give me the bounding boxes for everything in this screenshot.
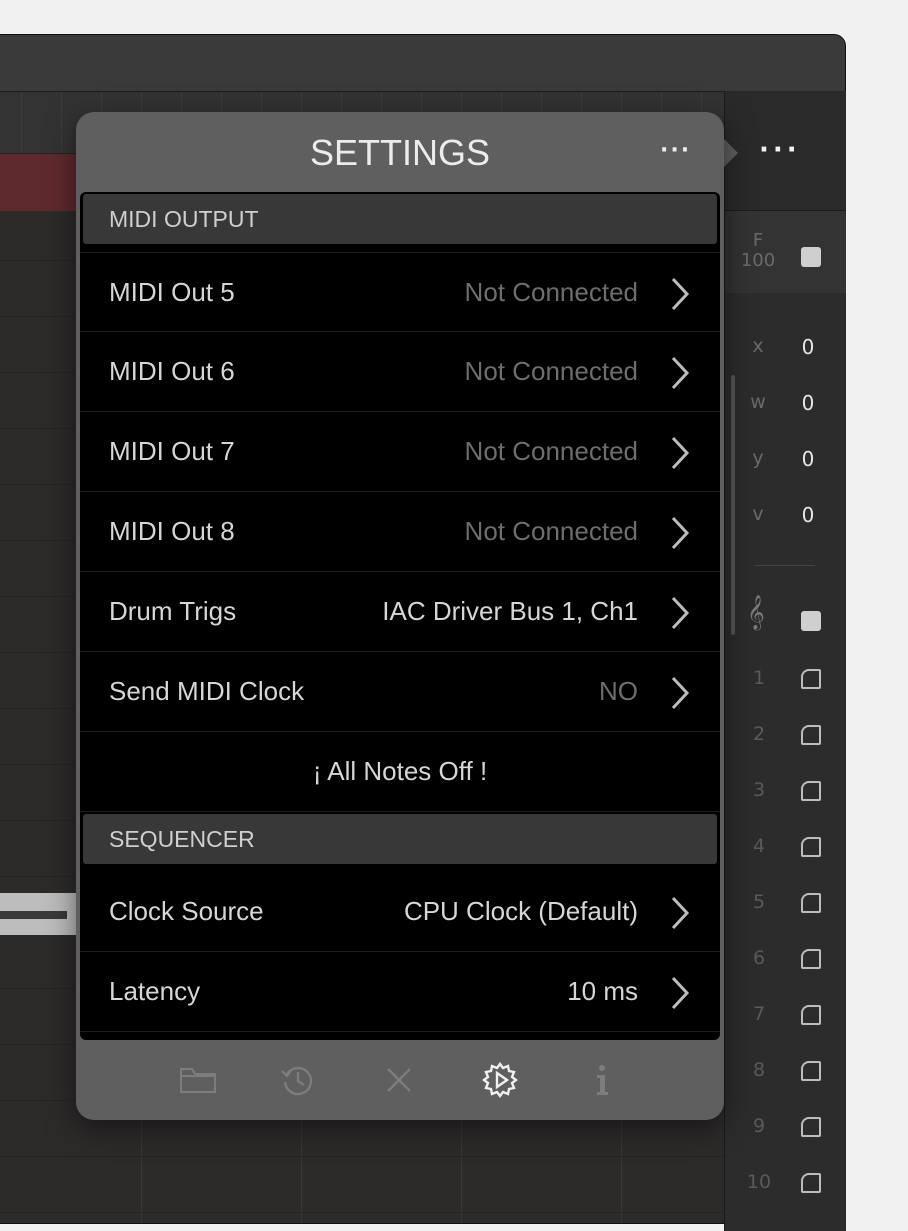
chevron-right-icon (671, 356, 690, 390)
settings-list[interactable]: MIDI OUTPUT MIDI Out 5 Not Connected MIDI … (80, 192, 720, 1040)
tempo-value: 100 (740, 250, 776, 271)
settings-row[interactable]: Drum Trigs IAC Driver Bus 1, Ch1 (80, 572, 720, 652)
right-panel-menu: ··· (725, 91, 846, 211)
param-label-x: x (752, 335, 764, 357)
param-label-y: y (752, 447, 764, 469)
popover-toolbar (76, 1044, 724, 1114)
settings-row-value: IAC Driver Bus 1, Ch1 (382, 596, 638, 626)
settings-row-label: Drum Trigs (109, 596, 237, 626)
more-menu-icon[interactable]: ··· (759, 135, 801, 165)
pattern-clip[interactable] (0, 893, 79, 935)
track-toggle-icon[interactable] (801, 1061, 821, 1081)
settings-row-value: Not Connected (464, 516, 638, 546)
settings-row[interactable]: MIDI Out 7 Not Connected (80, 412, 720, 492)
settings-row-label: Send MIDI Clock (109, 676, 305, 706)
popover-title: SETTINGS (309, 132, 491, 173)
track-number: 9 (752, 1115, 766, 1137)
settings-row-value: NO (599, 676, 638, 706)
track-toggle-icon[interactable] (801, 1117, 821, 1137)
track-number: 10 (746, 1171, 772, 1193)
chevron-right-icon (671, 896, 690, 930)
close-icon[interactable] (379, 1060, 419, 1100)
track-number: 2 (752, 723, 766, 745)
track-toggle-icon[interactable] (801, 893, 821, 913)
panel-scrollbar[interactable] (731, 375, 735, 635)
window-titlebar (0, 35, 845, 92)
param-value-x[interactable]: 0 (793, 335, 823, 359)
settings-row-value: 10 ms (567, 976, 638, 1006)
clef-toggle-icon[interactable] (801, 611, 821, 631)
tempo-readout[interactable]: F 100 (735, 231, 781, 271)
settings-row-label: MIDI Out 5 (109, 277, 235, 307)
settings-row[interactable]: MIDI Out 5 Not Connected (80, 252, 720, 332)
right-panel: ··· F 100 x 0 w 0 y 0 v 0 𝄞 1 2 3 4 5 6 7 8 9 10 (724, 91, 846, 1231)
folder-icon[interactable] (178, 1060, 218, 1100)
treble-clef-icon[interactable]: 𝄞 (747, 595, 765, 630)
param-value-v[interactable]: 0 (793, 503, 823, 527)
settings-row-value: Not Connected (464, 436, 638, 466)
track-toggle-icon[interactable] (801, 1005, 821, 1025)
param-value-y[interactable]: 0 (793, 447, 823, 471)
chevron-right-icon (671, 436, 690, 470)
settings-row-label: MIDI Out 7 (109, 436, 235, 466)
panel-divider (755, 565, 815, 566)
track-number: 6 (752, 947, 766, 969)
track-toggle-icon[interactable] (801, 669, 821, 689)
chevron-right-icon (671, 676, 690, 710)
section-title: MIDI OUTPUT (109, 206, 259, 232)
settings-row-label: Clock Source (109, 896, 264, 926)
param-label-w: w (750, 391, 766, 413)
tempo-label: F (752, 230, 764, 251)
settings-row[interactable]: Latency 10 ms (80, 952, 720, 1032)
popover-more-icon[interactable]: ··· (660, 138, 691, 163)
track-number: 7 (752, 1003, 766, 1025)
chevron-right-icon (671, 976, 690, 1010)
settings-row[interactable]: Clock Source CPU Clock (Default) (80, 872, 720, 952)
param-value-w[interactable]: 0 (793, 391, 823, 415)
track-number: 5 (752, 891, 766, 913)
track-toggle-icon[interactable] (801, 837, 821, 857)
all-notes-off-label: ¡ All Notes Off ! (312, 756, 488, 786)
settings-row[interactable]: MIDI Out 8 Not Connected (80, 492, 720, 572)
settings-row-label: Latency (109, 976, 201, 1006)
settings-row[interactable]: Send MIDI Clock NO (80, 652, 720, 732)
settings-row-label: MIDI Out 6 (109, 356, 235, 386)
chevron-right-icon (671, 277, 690, 311)
settings-row-label: MIDI Out 8 (109, 516, 235, 546)
settings-row-value: Not Connected (464, 277, 638, 307)
track-number: 3 (752, 779, 766, 801)
stop-icon[interactable] (801, 247, 821, 267)
settings-popover: SETTINGS ··· MIDI OUTPUT MIDI Out 5 Not C… (76, 112, 724, 1120)
section-title: SEQUENCER (109, 826, 255, 852)
track-toggle-icon[interactable] (801, 781, 821, 801)
track-number: 4 (752, 835, 766, 857)
track-toggle-icon[interactable] (801, 1173, 821, 1193)
info-icon[interactable] (582, 1060, 622, 1100)
popover-arrow (722, 137, 738, 169)
settings-row-value: CPU Clock (Default) (403, 896, 638, 926)
chevron-right-icon (671, 596, 690, 630)
settings-row-value: Not Connected (464, 356, 638, 386)
section-header-sequencer: SEQUENCER (83, 814, 717, 864)
param-label-v: v (752, 503, 764, 525)
track-number: 8 (752, 1059, 766, 1081)
track-toggle-icon[interactable] (801, 949, 821, 969)
track-number: 1 (752, 667, 766, 689)
settings-icon[interactable] (480, 1060, 520, 1100)
all-notes-off-button[interactable]: ¡ All Notes Off ! (80, 732, 720, 812)
track-toggle-icon[interactable] (801, 725, 821, 745)
settings-row[interactable]: MIDI Out 6 Not Connected (80, 332, 720, 412)
history-icon[interactable] (278, 1060, 318, 1100)
chevron-right-icon (671, 516, 690, 550)
section-header-midi-output: MIDI OUTPUT (83, 194, 717, 244)
